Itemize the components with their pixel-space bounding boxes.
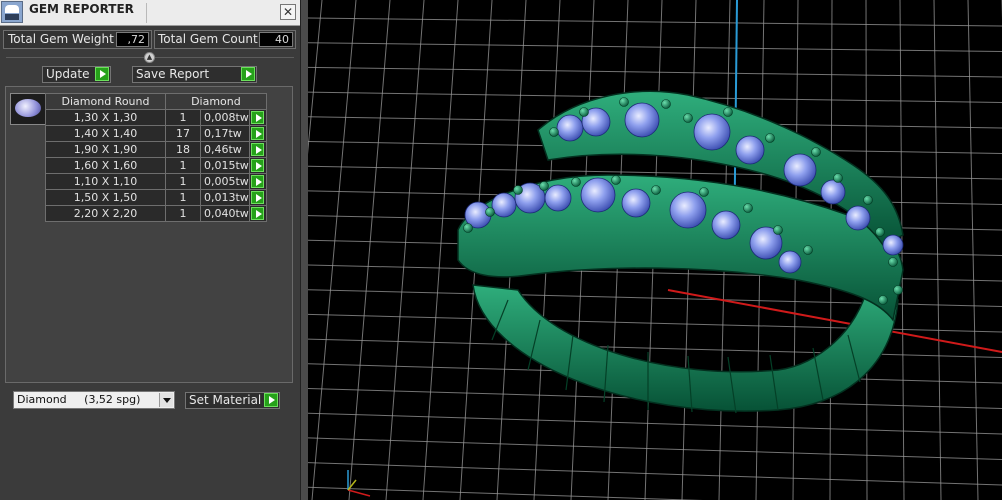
row-count: 1 bbox=[165, 173, 201, 190]
panel-splitter[interactable] bbox=[300, 0, 308, 500]
row-count: 17 bbox=[165, 125, 201, 142]
table-row[interactable]: 2,20 X 2,20 1 0,040tw bbox=[45, 205, 267, 222]
row-go-icon[interactable] bbox=[250, 143, 264, 156]
row-go-icon[interactable] bbox=[250, 159, 264, 172]
row-size: 1,10 X 1,10 bbox=[45, 173, 166, 190]
row-go-icon[interactable] bbox=[250, 191, 264, 204]
header-material[interactable]: Diamond bbox=[165, 93, 267, 110]
table-row[interactable]: 1,90 X 1,90 18 0,46tw bbox=[45, 141, 267, 158]
close-icon[interactable]: ✕ bbox=[280, 4, 296, 20]
ring-lower-band bbox=[472, 283, 899, 412]
set-material-go-icon[interactable] bbox=[264, 393, 278, 407]
update-go-icon[interactable] bbox=[95, 67, 109, 81]
row-count: 1 bbox=[165, 109, 201, 126]
row-size: 1,60 X 1,60 bbox=[45, 157, 166, 174]
gem-table-header: Diamond Round Diamond bbox=[45, 93, 267, 110]
material-select[interactable]: Diamond (3,52 spg) bbox=[13, 391, 175, 409]
total-count-label: Total Gem Count bbox=[158, 32, 258, 46]
row-count: 1 bbox=[165, 189, 201, 206]
row-go-icon[interactable] bbox=[250, 175, 264, 188]
row-weight: 0,008tw bbox=[200, 109, 250, 126]
collapse-chevron-icon[interactable]: ▲ bbox=[144, 52, 155, 63]
row-weight: 0,005tw bbox=[200, 173, 250, 190]
row-count: 1 bbox=[165, 205, 201, 222]
save-report-go-icon[interactable] bbox=[241, 67, 255, 81]
total-weight-label: Total Gem Weight bbox=[8, 32, 114, 46]
row-weight: 0,17tw bbox=[200, 125, 250, 142]
row-weight: 0,46tw bbox=[200, 141, 250, 158]
table-row[interactable]: 1,40 X 1,40 17 0,17tw bbox=[45, 125, 267, 142]
set-material-label: Set Material bbox=[189, 393, 262, 407]
chevron-down-icon[interactable] bbox=[159, 393, 173, 407]
row-go-icon[interactable] bbox=[250, 127, 264, 140]
header-shape[interactable]: Diamond Round bbox=[45, 93, 166, 110]
total-weight-value: ,72 bbox=[116, 32, 149, 47]
save-report-label: Save Report bbox=[136, 67, 210, 81]
ring-model[interactable] bbox=[457, 90, 904, 414]
row-size: 1,90 X 1,90 bbox=[45, 141, 166, 158]
window-title: GEM REPORTER bbox=[29, 2, 134, 16]
gem-reporter-app-icon bbox=[1, 1, 23, 23]
3d-viewport[interactable] bbox=[308, 0, 1002, 500]
gem-table: Diamond Round Diamond 1,30 X 1,30 1 0,008t… bbox=[45, 93, 267, 222]
table-row[interactable]: 1,30 X 1,30 1 0,008tw bbox=[45, 109, 267, 126]
row-weight: 0,013tw bbox=[200, 189, 250, 206]
row-count: 18 bbox=[165, 141, 201, 158]
row-size: 2,20 X 2,20 bbox=[45, 205, 166, 222]
table-row[interactable]: 1,10 X 1,10 1 0,005tw bbox=[45, 173, 267, 190]
row-weight: 0,015tw bbox=[200, 157, 250, 174]
row-go-icon[interactable] bbox=[250, 207, 264, 220]
gem-reporter-panel: GEM REPORTER ✕ Total Gem Weight ,72 Tota… bbox=[0, 0, 300, 500]
row-size: 1,30 X 1,30 bbox=[45, 109, 166, 126]
row-size: 1,40 X 1,40 bbox=[45, 125, 166, 142]
row-size: 1,50 X 1,50 bbox=[45, 189, 166, 206]
row-count: 1 bbox=[165, 157, 201, 174]
round-gem-icon[interactable] bbox=[10, 93, 46, 125]
row-go-icon[interactable] bbox=[250, 111, 264, 124]
material-select-value: Diamond (3,52 spg) bbox=[17, 393, 141, 406]
total-count-value: 40 bbox=[259, 32, 293, 47]
title-bar: GEM REPORTER ✕ bbox=[0, 0, 300, 26]
table-row[interactable]: 1,60 X 1,60 1 0,015tw bbox=[45, 157, 267, 174]
table-row[interactable]: 1,50 X 1,50 1 0,013tw bbox=[45, 189, 267, 206]
row-weight: 0,040tw bbox=[200, 205, 250, 222]
viewport-canvas[interactable] bbox=[308, 0, 1002, 500]
save-report-button[interactable]: Save Report bbox=[132, 66, 257, 83]
title-divider bbox=[146, 3, 147, 23]
update-label: Update bbox=[46, 67, 90, 81]
